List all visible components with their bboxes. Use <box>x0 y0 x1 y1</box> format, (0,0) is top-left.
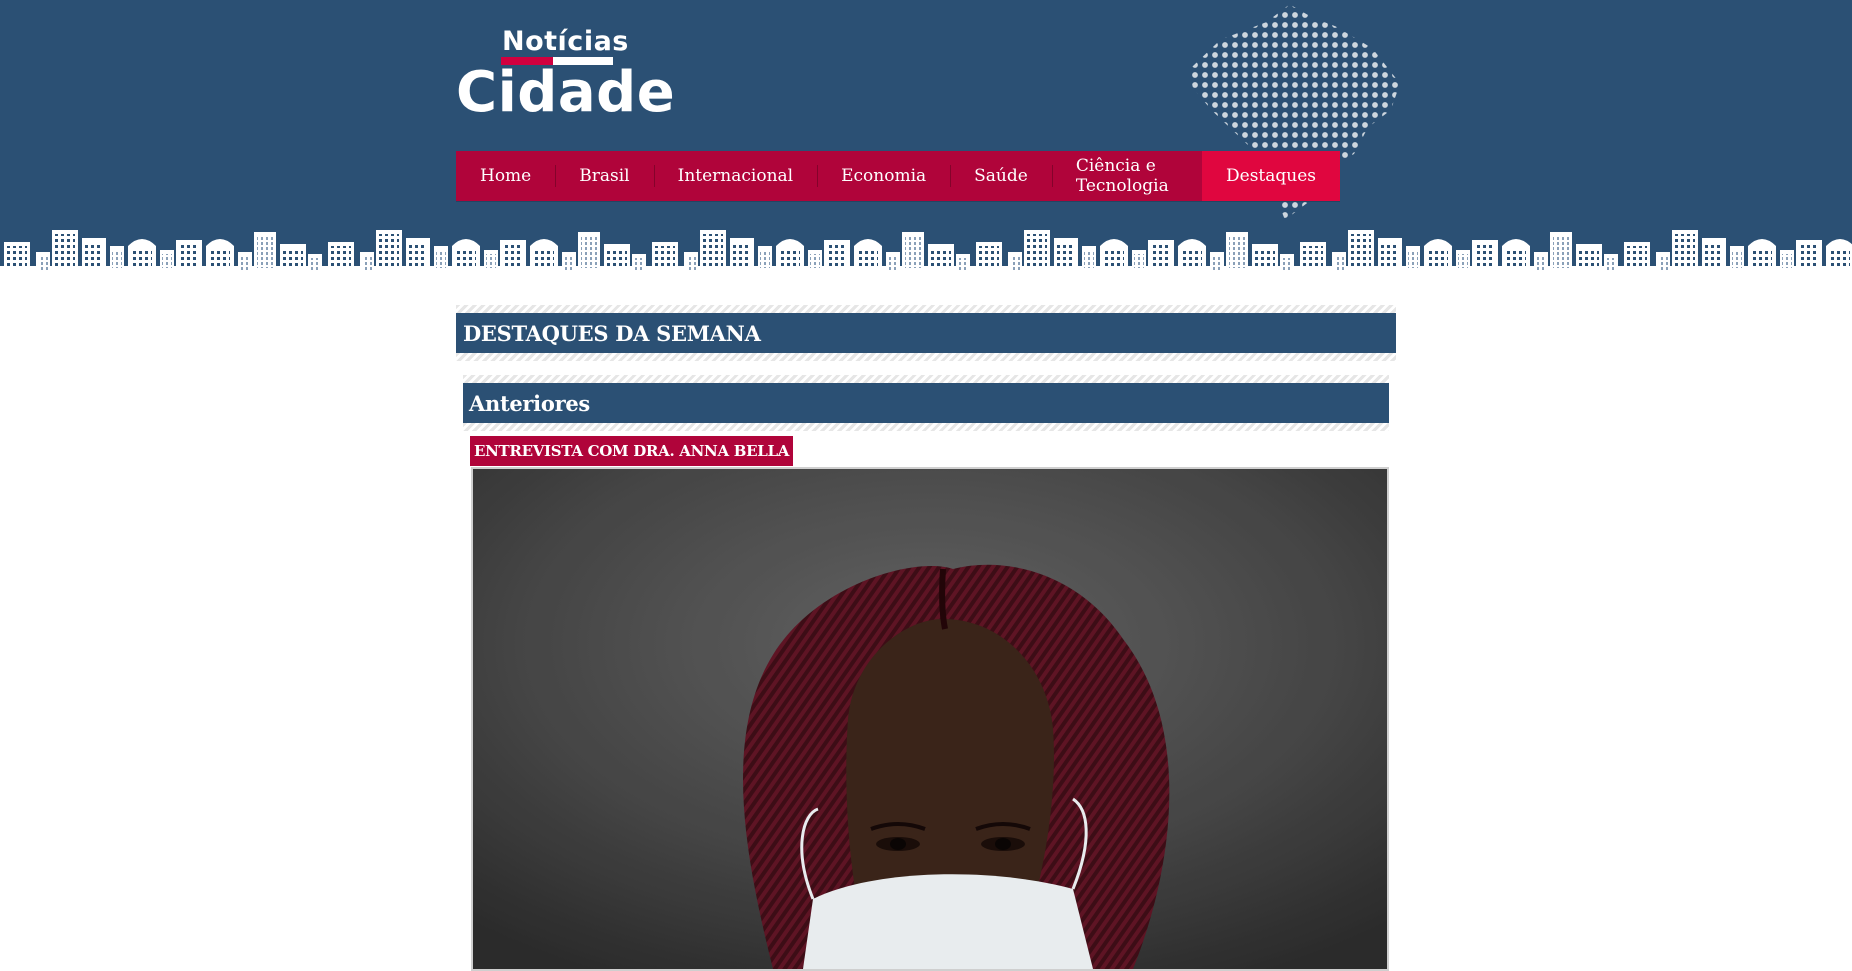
logo-main-text: Cidade <box>456 60 676 125</box>
subsection: Anteriores <box>463 375 1389 431</box>
site-logo[interactable]: Notícias Cidade <box>456 24 675 125</box>
nav-item-brasil[interactable]: Brasil <box>555 151 653 201</box>
city-skyline-graphic <box>0 226 1852 290</box>
nav-item-economia[interactable]: Economia <box>817 151 950 201</box>
subsection-divider-top <box>463 375 1389 383</box>
main-content: DESTAQUES DA SEMANA Anteriores ENTREVIST… <box>456 305 1396 971</box>
nav-item-ciencia-tecnologia[interactable]: Ciência e Tecnologia <box>1051 151 1202 201</box>
portrait-image <box>473 469 1387 969</box>
section-divider-top <box>456 305 1396 313</box>
article-tag-link[interactable]: ENTREVISTA COM DRA. ANNA BELLA <box>470 436 794 466</box>
nav-item-saude[interactable]: Saúde <box>950 151 1052 201</box>
article-photo[interactable] <box>471 467 1389 971</box>
nav-item-home[interactable]: Home <box>456 151 555 201</box>
site-header: Notícias Cidade Home Brasil Internaciona… <box>0 0 1852 290</box>
section-divider-bottom <box>456 353 1396 361</box>
logo-top-text: Notícias <box>502 26 629 57</box>
section-title: DESTAQUES DA SEMANA <box>456 313 1396 353</box>
subsection-title: Anteriores <box>463 383 1389 423</box>
main-nav: Home Brasil Internacional Economia Saúde… <box>456 151 1340 201</box>
nav-item-internacional[interactable]: Internacional <box>653 151 817 201</box>
subsection-divider-bottom <box>463 423 1389 431</box>
nav-item-destaques[interactable]: Destaques <box>1202 151 1340 201</box>
